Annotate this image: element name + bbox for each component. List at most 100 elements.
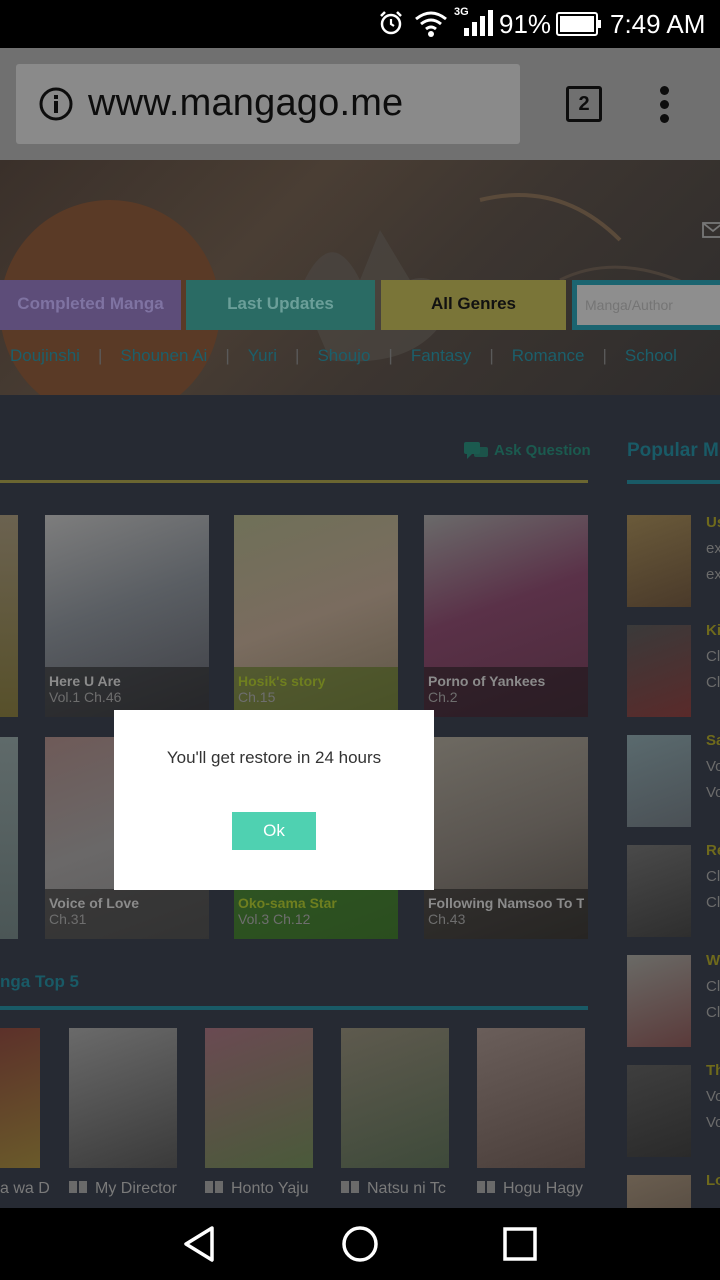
- recents-icon[interactable]: [502, 1226, 538, 1262]
- manga-title[interactable]: Porno of Yankees: [428, 673, 584, 689]
- popular-item-title: Th: [706, 1062, 720, 1079]
- card-caption: Voice of Love Ch.31: [45, 889, 209, 939]
- top5-title: Natsu ni Tc: [367, 1180, 446, 1197]
- manga-chapter[interactable]: Ch.15: [238, 689, 394, 705]
- clock: 7:49 AM: [610, 9, 706, 39]
- separator: |: [97, 346, 103, 365]
- battery-percent: 91%: [499, 9, 552, 39]
- section-divider: [0, 480, 588, 483]
- popular-cover[interactable]: [627, 515, 691, 607]
- manga-card-partial[interactable]: [0, 737, 18, 939]
- manga-title[interactable]: Following Namsoo To T: [428, 895, 584, 911]
- top5-label[interactable]: Honto Yaju: [205, 1180, 317, 1198]
- top5-cover[interactable]: [69, 1028, 177, 1168]
- info-icon[interactable]: [38, 86, 74, 122]
- more-vert-icon[interactable]: [656, 86, 672, 126]
- status-bar: 3G 91% 7:49 AM: [0, 0, 720, 48]
- popular-item-title: W: [706, 952, 720, 969]
- signal-icon: [464, 10, 493, 36]
- popular-cover[interactable]: [627, 955, 691, 1047]
- popular-heading: Popular M: [627, 440, 719, 461]
- popular-item-text[interactable]: Us ex ex: [706, 510, 720, 588]
- popular-item-title: Us: [706, 514, 720, 531]
- nav-completed-manga[interactable]: Completed Manga: [0, 280, 181, 330]
- web-page: Completed Manga Last Updates All Genres …: [0, 160, 720, 1208]
- popular-cover[interactable]: [627, 1175, 691, 1208]
- ok-button[interactable]: Ok: [232, 812, 316, 850]
- manga-title[interactable]: Hosik's story: [238, 673, 394, 689]
- manga-title[interactable]: Oko-sama Star: [238, 895, 394, 911]
- ask-question-label: Ask Question: [494, 442, 591, 459]
- alarm-icon: [380, 11, 402, 35]
- popular-item-text[interactable]: Ki Cl Cl: [706, 618, 720, 696]
- manga-card[interactable]: Hosik's story Ch.15: [234, 515, 398, 717]
- separator: |: [602, 346, 607, 365]
- popular-cover[interactable]: [627, 625, 691, 717]
- popular-item-text[interactable]: Sa Vo Vo: [706, 728, 720, 806]
- popular-item-text[interactable]: Lo: [706, 1168, 720, 1194]
- popular-item-chapter: Cl: [706, 648, 720, 665]
- address-bar[interactable]: www.mangago.me: [16, 64, 520, 144]
- separator: |: [388, 346, 393, 365]
- search-input[interactable]: [577, 285, 720, 325]
- manga-chapter[interactable]: Ch.2: [428, 689, 584, 705]
- ask-question-link[interactable]: Ask Question: [464, 442, 591, 460]
- manga-card[interactable]: Porno of Yankees Ch.2: [424, 515, 588, 717]
- manga-chapter[interactable]: Vol.3 Ch.12: [238, 911, 394, 927]
- top5-label[interactable]: Natsu ni Tc: [341, 1180, 453, 1198]
- top5-label[interactable]: My Director: [69, 1180, 181, 1198]
- restore-dialog: You'll get restore in 24 hours Ok: [114, 710, 434, 890]
- manga-title[interactable]: Here U Are: [49, 673, 205, 689]
- popular-cover[interactable]: [627, 735, 691, 827]
- popular-item-chapter: Vo: [706, 1088, 720, 1105]
- nav-last-updates[interactable]: Last Updates: [186, 280, 375, 330]
- genre-link-shoujo[interactable]: Shoujo: [317, 346, 370, 365]
- genre-link-school[interactable]: School: [625, 346, 677, 365]
- book-icon: [69, 1181, 87, 1193]
- top5-label[interactable]: Hogu Hagy: [477, 1180, 589, 1198]
- manga-title[interactable]: Voice of Love: [49, 895, 205, 911]
- system-navigation-bar: [0, 1208, 720, 1280]
- genre-link-fantasy[interactable]: Fantasy: [411, 346, 471, 365]
- popular-item-chapter: ex: [706, 540, 720, 557]
- book-icon: [205, 1181, 223, 1193]
- browser-toolbar: www.mangago.me 2: [0, 48, 720, 160]
- genre-link-romance[interactable]: Romance: [512, 346, 585, 365]
- genre-link-yuri[interactable]: Yuri: [248, 346, 277, 365]
- popular-item-text[interactable]: Re Cl Cl: [706, 838, 720, 916]
- top5-label[interactable]: a wa D: [0, 1180, 50, 1198]
- manga-chapter[interactable]: Ch.43: [428, 911, 584, 927]
- battery-icon: [556, 12, 601, 36]
- genre-link-shounen-ai[interactable]: Shounen Ai: [120, 346, 207, 365]
- back-icon[interactable]: [180, 1224, 220, 1264]
- popular-item-chapter: Vo: [706, 784, 720, 801]
- manga-chapter[interactable]: Vol.1 Ch.46: [49, 689, 205, 705]
- chat-icon: [464, 442, 488, 460]
- top5-cover[interactable]: [0, 1028, 40, 1168]
- manga-chapter[interactable]: Ch.31: [49, 911, 205, 927]
- separator: |: [225, 346, 230, 365]
- url-text[interactable]: www.mangago.me: [88, 82, 403, 125]
- manga-card[interactable]: Following Namsoo To T Ch.43: [424, 737, 588, 939]
- popular-cover[interactable]: [627, 845, 691, 937]
- popular-item-chapter: Cl: [706, 674, 720, 691]
- manga-card-partial[interactable]: [0, 515, 18, 717]
- top5-heading: nga Top 5: [0, 972, 80, 991]
- card-caption: Porno of Yankees Ch.2: [424, 667, 588, 717]
- tab-switcher-button[interactable]: 2: [566, 86, 602, 122]
- mail-icon[interactable]: [702, 222, 720, 238]
- top5-cover[interactable]: [477, 1028, 585, 1168]
- popular-item-text[interactable]: Th Vo Vo: [706, 1058, 720, 1136]
- top5-cover[interactable]: [341, 1028, 449, 1168]
- popular-item-chapter: Cl: [706, 1004, 720, 1021]
- genre-link-doujinshi[interactable]: Doujinshi: [10, 346, 80, 365]
- popular-item-text[interactable]: W Cl Cl: [706, 948, 720, 1026]
- top5-cover[interactable]: [205, 1028, 313, 1168]
- separator: |: [295, 346, 300, 365]
- nav-all-genres[interactable]: All Genres: [381, 280, 566, 330]
- home-icon[interactable]: [340, 1224, 380, 1264]
- manga-card[interactable]: Here U Are Vol.1 Ch.46: [45, 515, 209, 717]
- popular-cover[interactable]: [627, 1065, 691, 1157]
- manga-cover: [0, 737, 18, 939]
- dialog-message: You'll get restore in 24 hours: [166, 748, 382, 767]
